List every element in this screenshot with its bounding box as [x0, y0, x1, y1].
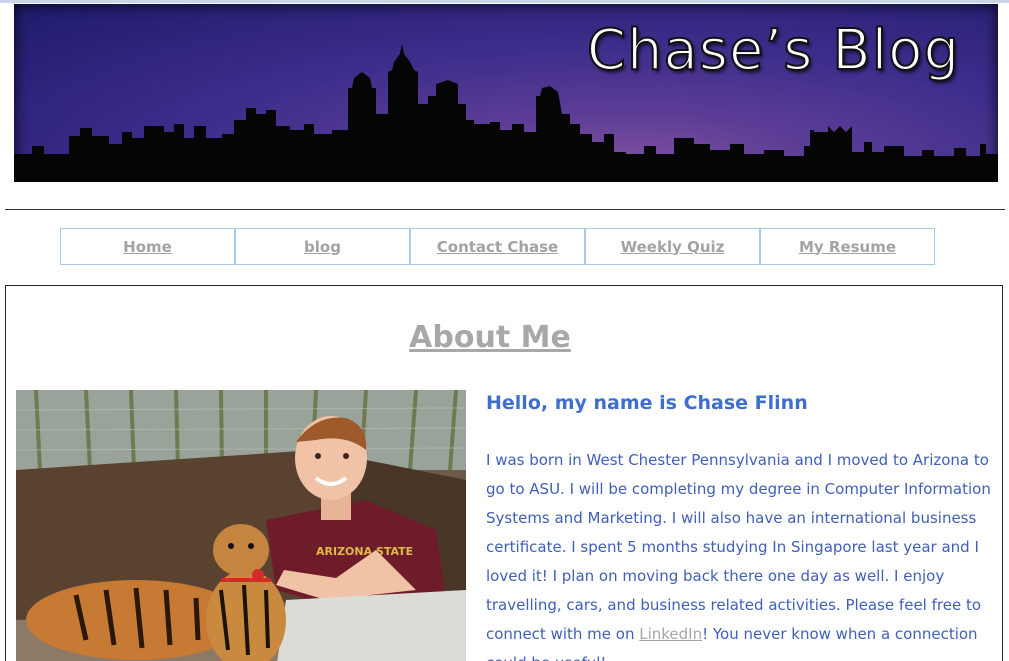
- header-divider: [5, 209, 1005, 210]
- nav-item-resume[interactable]: My Resume: [760, 228, 935, 265]
- page-title: About Me: [409, 320, 571, 355]
- content-panel: About Me ARIZONA STATE Hello, my name is…: [5, 285, 1003, 661]
- nav-item-blog[interactable]: blog: [235, 228, 410, 265]
- linkedin-link[interactable]: LinkedIn: [639, 625, 702, 643]
- page: Chase’s Blog Home blog Contact Chase Wee…: [0, 0, 1009, 661]
- svg-text:ARIZONA STATE: ARIZONA STATE: [316, 545, 413, 558]
- greeting-heading: Hello, my name is Chase Flinn: [486, 392, 808, 414]
- bio-text: I was born in West Chester Pennsylvania …: [486, 451, 991, 643]
- photo-illustration: ARIZONA STATE: [16, 390, 466, 661]
- header-banner: Chase’s Blog: [14, 4, 998, 182]
- nav-item-weekly-quiz[interactable]: Weekly Quiz: [585, 228, 760, 265]
- blog-title-logo: Chase’s Blog: [586, 17, 960, 84]
- browser-top-edge: [0, 0, 1009, 3]
- profile-photo: ARIZONA STATE: [16, 390, 466, 661]
- nav-item-contact[interactable]: Contact Chase: [410, 228, 585, 265]
- main-nav: Home blog Contact Chase Weekly Quiz My R…: [60, 228, 935, 265]
- nav-item-home[interactable]: Home: [60, 228, 235, 265]
- bio-paragraph: I was born in West Chester Pennsylvania …: [486, 446, 1001, 661]
